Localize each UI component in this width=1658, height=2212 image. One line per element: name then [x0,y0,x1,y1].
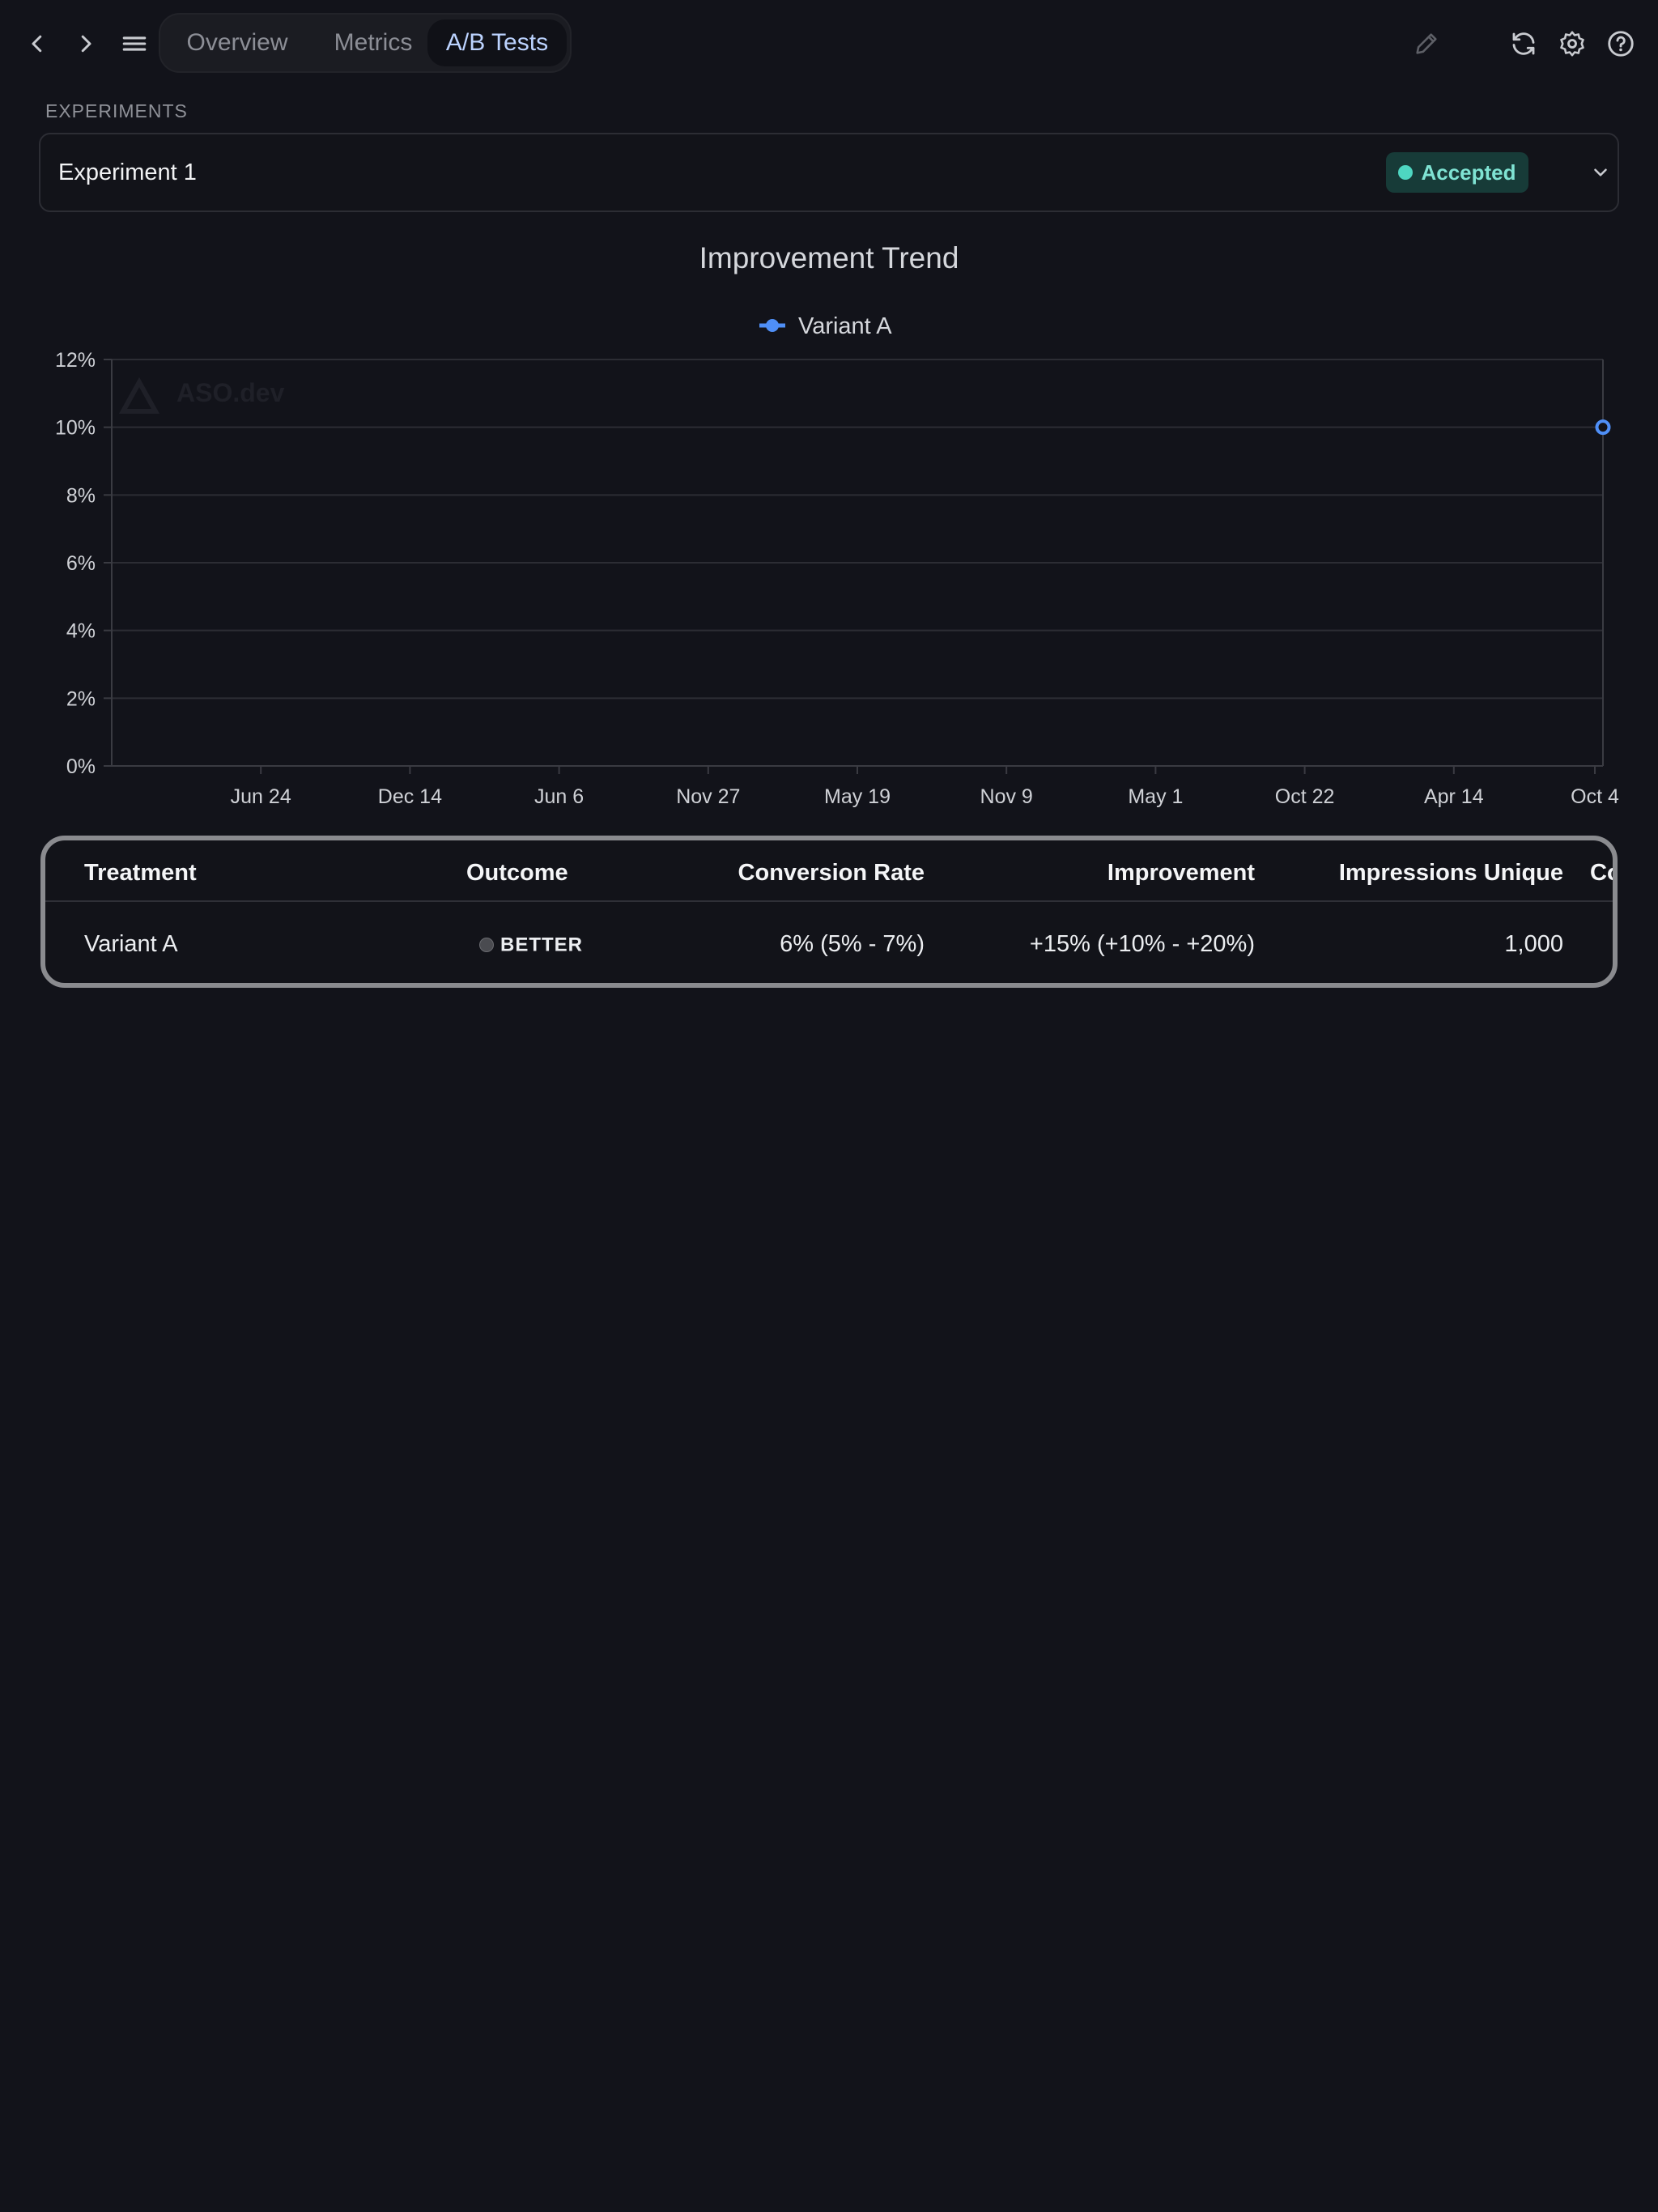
forward-button[interactable] [63,21,108,66]
top-bar: Overview Metrics A/B Tests [0,0,1658,86]
experiment-name: Experiment 1 [58,159,197,185]
x-tick-label: Oct 4 [1571,785,1619,808]
outcome-label: BETTER [500,934,583,956]
header-conversion-rate[interactable]: Conversion Rate [738,860,925,887]
x-tick-label: Nov 9 [980,785,1033,808]
help-icon [1608,31,1634,57]
header-outcome[interactable]: Outcome [466,860,568,887]
refresh-icon [1512,32,1535,55]
hamburger-icon [122,36,147,51]
cell-improvement: +15% (+10% - +20%) [1029,931,1255,957]
x-tick-label: Jun 24 [231,785,291,808]
cell-outcome: BETTER [479,931,583,958]
back-button[interactable] [15,21,60,66]
experiment-select[interactable]: Experiment 1 Accepted [39,133,1619,212]
chevron-down-icon [1594,168,1607,177]
header-divider [45,900,1613,902]
view-tabs: Overview Metrics A/B Tests [159,13,572,73]
tab-ab-tests[interactable]: A/B Tests [427,19,567,66]
pencil-icon [1416,33,1437,54]
status-label: Accepted [1421,160,1516,185]
watermark-text: ASO.dev [176,378,285,407]
y-tick-label: 8% [66,484,96,507]
watermark-logo [118,376,160,414]
tab-metrics[interactable]: Metrics [312,19,434,66]
chart-title: Improvement Trend [699,241,959,274]
cell-treatment: Variant A [84,931,178,957]
status-badge: Accepted [1386,152,1528,193]
header-improvement[interactable]: Improvement [1107,860,1255,887]
y-tick-label: 10% [55,417,96,440]
y-tick-label: 12% [55,349,96,372]
gear-icon [1560,31,1584,57]
x-tick-label: Jun 6 [534,785,584,808]
status-dot [1398,165,1414,180]
y-tick-label: 4% [66,620,96,643]
x-tick-label: Dec 14 [378,785,442,808]
chevron-right-icon [81,35,91,53]
help-button[interactable] [1596,19,1645,68]
results-table: Treatment Outcome Conversion Rate Improv… [40,836,1618,988]
header-conversions[interactable]: Co [1590,860,1613,887]
tab-overview[interactable]: Overview [165,19,309,66]
legend-label: Variant A [798,313,892,339]
x-tick-label: May 19 [824,785,891,808]
data-point [1595,419,1611,436]
outcome-dot [479,938,494,953]
chevron-left-icon [32,35,42,53]
y-tick-label: 6% [66,552,96,575]
header-impressions-unique[interactable]: Impressions Unique [1339,860,1563,887]
x-tick-label: Nov 27 [676,785,740,808]
cell-impressions-unique: 1,000 [1504,931,1563,957]
expand-button[interactable] [1582,154,1619,191]
x-tick-label: May 1 [1128,785,1183,808]
menu-button[interactable] [112,21,157,66]
improvement-trend-chart: Variant A ASO.dev 0% 2% 4% 6% 8% 10% 12% Jun 24 De… [55,313,1619,808]
y-tick-label: 2% [66,687,96,710]
header-treatment[interactable]: Treatment [84,860,197,887]
cell-conversion-rate: 6% (5% - 7%) [780,931,925,957]
refresh-button[interactable] [1499,19,1548,68]
legend-marker [766,319,779,332]
settings-button[interactable] [1548,19,1596,68]
x-tick-label: Apr 14 [1424,785,1484,808]
edit-button[interactable] [1402,19,1451,68]
experiments-label: EXPERIMENTS [45,100,188,121]
x-tick-label: Oct 22 [1275,785,1335,808]
y-tick-label: 0% [66,755,96,778]
